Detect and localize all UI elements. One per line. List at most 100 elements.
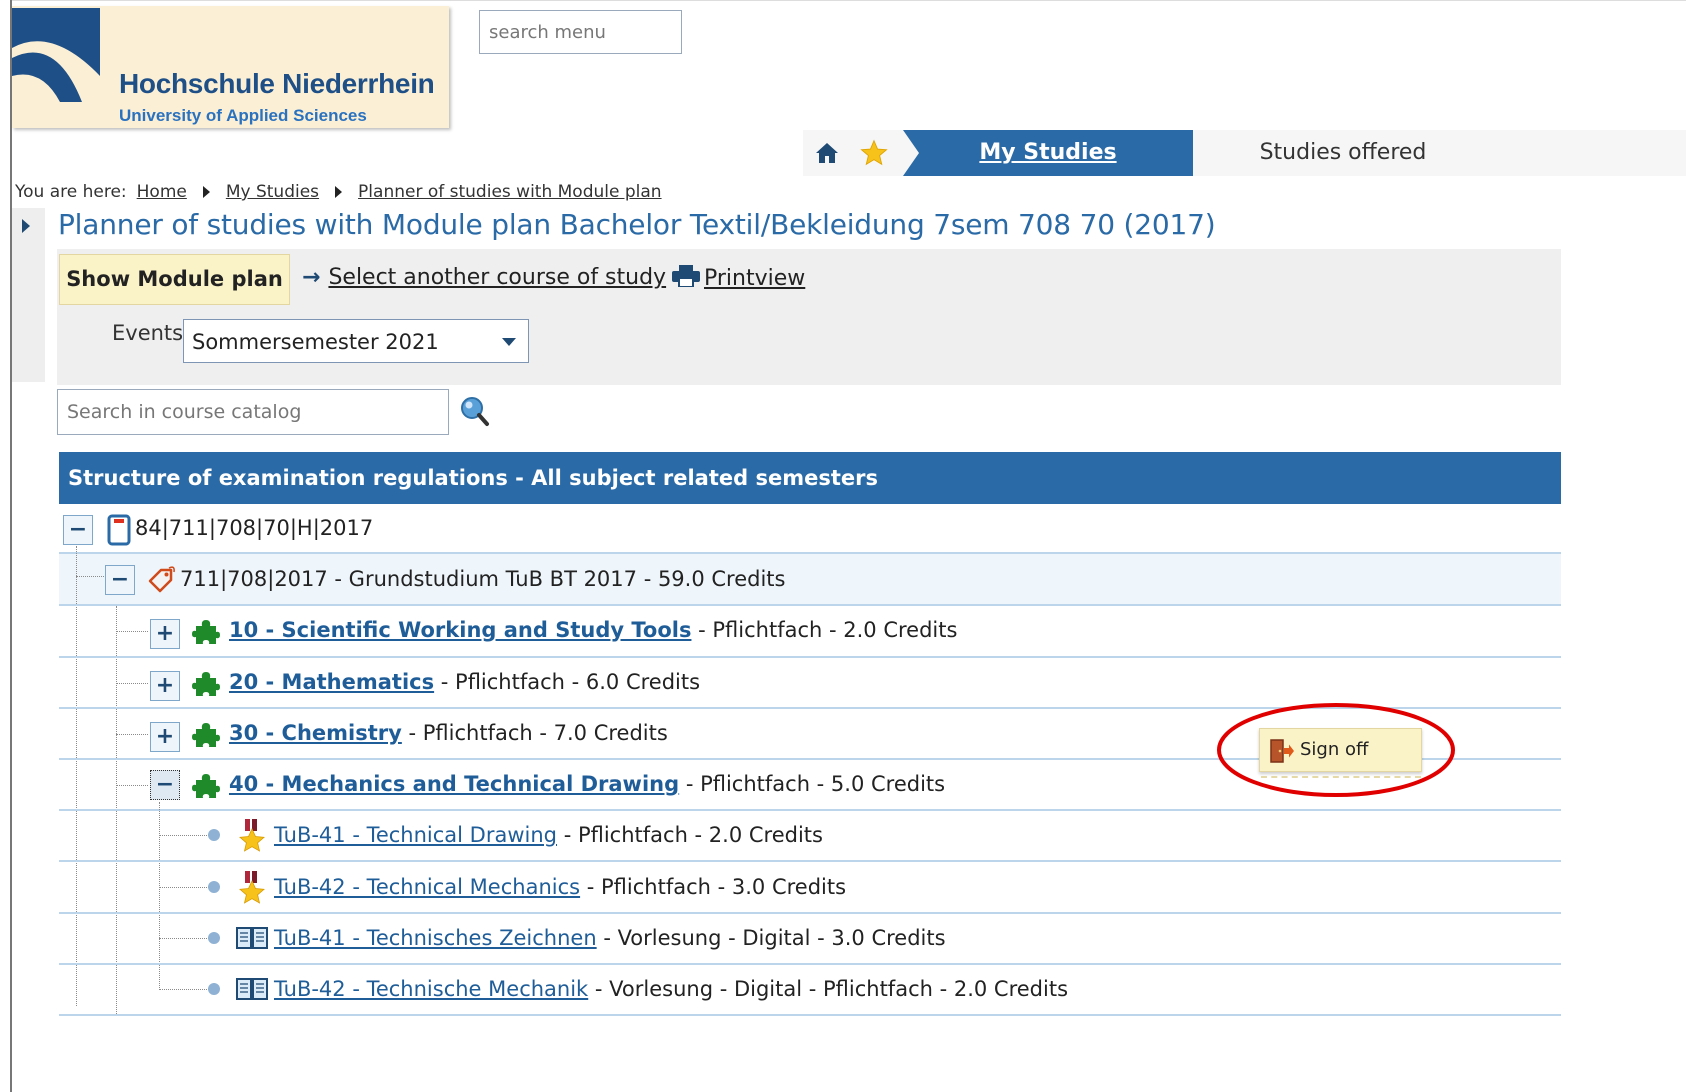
sidebar-expand-icon[interactable] (22, 219, 30, 233)
breadcrumb-planner[interactable]: Planner of studies with Module plan (358, 182, 662, 202)
leaf-link-tub-42-mechanics[interactable]: TuB-42 - Technical Mechanics (274, 875, 580, 899)
tree-connector (76, 546, 77, 1006)
exam-medal-icon (239, 819, 265, 852)
module-row-20: 20 - Mathematics - Pflichtfach - 6.0 Cre… (229, 670, 700, 694)
module-details-40: - Pflichtfach - 5.0 Credits (679, 772, 946, 796)
leaf-bullet (208, 881, 220, 893)
logo-subtitle: University of Applied Sciences (119, 106, 367, 125)
tag-icon (148, 566, 175, 593)
tab-my-studies-label: My Studies (979, 140, 1117, 165)
tree-connector (159, 835, 209, 836)
events-semester-select[interactable]: Sommersemester 2021 (183, 319, 529, 363)
left-border (10, 0, 12, 1092)
arrow-right-icon: → (302, 265, 321, 290)
leaf-details: - Vorlesung - Digital - Pflichtfach - 2.… (588, 977, 1069, 1001)
page-title: Planner of studies with Module plan Bach… (58, 208, 1216, 241)
select-course-label: Select another course of study (328, 265, 667, 290)
row-divider (59, 809, 1561, 811)
events-select-value: Sommersemester 2021 (192, 330, 439, 354)
puzzle-module-icon (192, 672, 220, 696)
collapse-toggle-module-40[interactable]: − (150, 770, 180, 800)
module-link-30[interactable]: 30 - Chemistry (229, 721, 402, 745)
tree-connector (159, 887, 209, 888)
highlight-ellipse-annotation (1217, 703, 1455, 797)
puzzle-module-icon (192, 774, 220, 798)
breadcrumb-separator-icon (335, 186, 343, 198)
tree-connector (116, 734, 148, 735)
tree-connector (116, 785, 148, 786)
top-border (10, 0, 1686, 1)
tree-connector (116, 631, 148, 632)
leaf-row-tub-41-zeichnen: TuB-41 - Technisches Zeichnen - Vorlesun… (274, 926, 946, 950)
tree-header: Structure of examination regulations - A… (59, 452, 1561, 504)
sidebar-collapsed (12, 208, 45, 382)
tree-connector (116, 683, 148, 684)
collapse-toggle-grundstudium[interactable]: − (105, 565, 135, 595)
leaf-details: - Pflichtfach - 3.0 Credits (580, 875, 847, 899)
tab-my-studies[interactable]: My Studies (903, 130, 1193, 176)
events-label: Events (112, 321, 184, 345)
printer-icon (672, 265, 700, 287)
exam-medal-icon (239, 871, 265, 904)
leaf-bullet (208, 932, 220, 944)
book-icon (236, 927, 268, 949)
tree-root-label: 84|711|708|70|H|2017 (135, 516, 374, 540)
collapse-toggle-root[interactable]: − (63, 515, 93, 545)
expand-toggle-module-10[interactable]: + (150, 619, 180, 649)
regulation-document-icon (107, 514, 131, 546)
university-logo[interactable]: Hochschule Niederrhein University of App… (12, 6, 449, 128)
module-link-40[interactable]: 40 - Mechanics and Technical Drawing (229, 772, 679, 796)
module-details-10: - Pflichtfach - 2.0 Credits (691, 618, 958, 642)
tree-connector (159, 989, 209, 990)
book-icon (236, 978, 268, 1000)
show-module-plan-button[interactable]: Show Module plan (59, 254, 290, 305)
leaf-link-tub-41-zeichnen[interactable]: TuB-41 - Technisches Zeichnen (274, 926, 597, 950)
chevron-down-icon (502, 338, 516, 346)
row-divider (59, 912, 1561, 914)
leaf-row-tub-42-mechanics: TuB-42 - Technical Mechanics - Pflichtfa… (274, 875, 846, 899)
tree-connector (76, 576, 104, 577)
puzzle-module-icon (192, 723, 220, 747)
tree-connector (159, 802, 160, 990)
leaf-row-tub-42-mechanik: TuB-42 - Technische Mechanik - Vorlesung… (274, 977, 1068, 1001)
module-row-40: 40 - Mechanics and Technical Drawing - P… (229, 772, 945, 796)
tree-grundstudium-label: 711|708|2017 - Grundstudium TuB BT 2017 … (180, 567, 786, 591)
expand-toggle-module-30[interactable]: + (150, 722, 180, 752)
leaf-row-tub-41-drawing: TuB-41 - Technical Drawing - Pflichtfach… (274, 823, 823, 847)
row-divider (59, 963, 1561, 965)
tree-connector (116, 606, 117, 1016)
star-icon[interactable] (860, 139, 888, 167)
leaf-details: - Vorlesung - Digital - 3.0 Credits (596, 926, 946, 950)
module-details-20: - Pflichtfach - 6.0 Credits (434, 670, 701, 694)
breadcrumb: You are here: Home My Studies Planner of… (15, 179, 662, 205)
select-course-link[interactable]: → Select another course of study (302, 265, 666, 290)
leaf-link-tub-42-mechanik[interactable]: TuB-42 - Technische Mechanik (274, 977, 588, 1001)
logo-arcs-icon (12, 8, 100, 102)
home-icon[interactable] (815, 141, 839, 165)
course-catalog-search-input[interactable] (57, 389, 449, 435)
leaf-link-tub-41-drawing[interactable]: TuB-41 - Technical Drawing (274, 823, 557, 847)
leaf-details: - Pflichtfach - 2.0 Credits (557, 823, 823, 847)
row-divider (59, 1014, 1561, 1016)
breadcrumb-prefix: You are here: (15, 182, 127, 202)
tab-studies-offered[interactable]: Studies offered (1193, 130, 1493, 176)
search-menu-input[interactable] (479, 10, 682, 54)
row-divider (59, 656, 1561, 658)
breadcrumb-separator-icon (202, 186, 210, 198)
tree-connector (159, 938, 209, 939)
module-details-30: - Pflichtfach - 7.0 Credits (401, 721, 668, 745)
module-link-10[interactable]: 10 - Scientific Working and Study Tools (229, 618, 691, 642)
leaf-bullet (208, 829, 220, 841)
module-link-20[interactable]: 20 - Mathematics (229, 670, 434, 694)
breadcrumb-home[interactable]: Home (137, 182, 187, 202)
module-row-10: 10 - Scientific Working and Study Tools … (229, 618, 957, 642)
module-row-30: 30 - Chemistry - Pflichtfach - 7.0 Credi… (229, 721, 668, 745)
puzzle-module-icon (192, 620, 220, 644)
logo-name: Hochschule Niederrhein (119, 68, 435, 99)
expand-toggle-module-20[interactable]: + (150, 671, 180, 701)
printview-link[interactable]: Printview (672, 265, 805, 291)
printview-label: Printview (704, 266, 806, 291)
row-divider (59, 604, 1561, 606)
search-icon[interactable] (460, 396, 490, 428)
breadcrumb-my-studies[interactable]: My Studies (226, 182, 319, 202)
